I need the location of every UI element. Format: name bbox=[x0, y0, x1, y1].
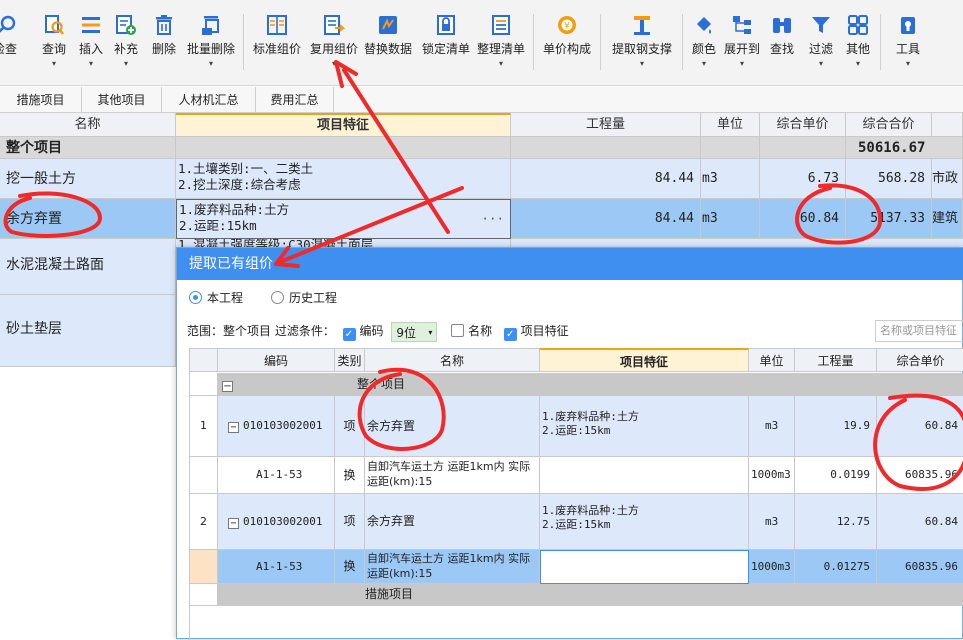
filter-icon bbox=[812, 17, 830, 33]
price-grid: 编码 类别 名称 项目特征 单位 工程量 综合单价 − 整个项目 1 −01010… bbox=[189, 348, 963, 640]
header-unit[interactable]: 单位 bbox=[701, 113, 760, 137]
tab-labor-material-summary[interactable]: 人材机汇总 bbox=[162, 87, 256, 113]
toolbar-separator bbox=[880, 14, 881, 70]
batch-delete-icon bbox=[202, 16, 219, 35]
insert-button[interactable]: 插入 ▾ bbox=[75, 14, 107, 80]
batch-delete-button[interactable]: 批量删除 ▾ bbox=[184, 14, 238, 80]
replace-data-icon bbox=[379, 16, 397, 34]
radio-current-project[interactable]: 本工程 bbox=[189, 288, 243, 308]
find-icon bbox=[773, 18, 791, 33]
header-features[interactable]: 项目特征 bbox=[176, 113, 511, 137]
check-icon bbox=[0, 15, 16, 33]
header-index bbox=[190, 348, 218, 372]
digits-select[interactable]: 9位 ▾ bbox=[391, 321, 438, 342]
collapse-icon[interactable]: − bbox=[228, 518, 239, 529]
table-row[interactable]: A1-1-53 换 自卸汽车运土方 运距1km内 实际运距(km):15 100… bbox=[190, 457, 963, 494]
unit-price-button[interactable]: ¥ 单价构成 bbox=[540, 14, 594, 80]
table-row-selected[interactable]: A1-1-53 换 自卸汽车运土方 运距1km内 实际运距(km):15 100… bbox=[190, 550, 963, 584]
collapse-icon[interactable]: − bbox=[228, 422, 239, 433]
header-features[interactable]: 项目特征 bbox=[540, 348, 749, 372]
color-button[interactable]: 颜色 ▾ bbox=[688, 14, 720, 80]
other-button[interactable]: 其他 ▾ bbox=[841, 14, 875, 80]
delete-icon bbox=[156, 15, 172, 35]
expand-to-icon bbox=[733, 16, 751, 34]
toolbar: 检查 查询▾ 插入▾ 补充▾ 删除 批量删除▾ 标准组价 复用组价▾ 替换数据 … bbox=[0, 0, 963, 86]
checkbox-unchecked-icon bbox=[451, 324, 465, 337]
color-icon bbox=[697, 17, 711, 34]
header-quantity[interactable]: 工程量 bbox=[795, 348, 877, 372]
svg-text:¥: ¥ bbox=[564, 22, 570, 32]
table-row-total[interactable]: 整个项目 50616.67 bbox=[0, 137, 963, 159]
table-row[interactable]: 2 −010103002001 项 余方弃置 1.废弃料品种:土方 2.运距:15… bbox=[190, 494, 963, 550]
tools-icon bbox=[901, 17, 915, 34]
name-checkbox[interactable]: 名称 bbox=[451, 324, 492, 338]
checkbox-checked-icon: ✓ bbox=[342, 328, 356, 341]
checkbox-checked-icon: ✓ bbox=[503, 328, 517, 341]
standard-price-button[interactable]: 标准组价 bbox=[250, 14, 304, 80]
code-checkbox[interactable]: ✓ 编码 bbox=[342, 324, 384, 341]
extract-steel-icon bbox=[634, 16, 650, 35]
feature-checkbox[interactable]: ✓ 项目特征 bbox=[503, 324, 569, 341]
check-button[interactable]: 检查 bbox=[0, 14, 22, 80]
table-row[interactable]: 1 −010103002001 项 余方弃置 1.废弃料品种:土方 2.运距:15… bbox=[190, 396, 963, 457]
header-name[interactable]: 名称 bbox=[0, 113, 176, 137]
ellipsis-button[interactable]: ··· bbox=[481, 211, 504, 227]
filter-button[interactable]: 过滤 ▾ bbox=[804, 14, 838, 80]
tab-other-items[interactable]: 其他项目 bbox=[82, 87, 162, 113]
toolbar-separator bbox=[243, 14, 244, 70]
header-type[interactable]: 类别 bbox=[335, 348, 365, 372]
features-edit-cell[interactable] bbox=[540, 550, 749, 584]
header-unit-price[interactable]: 综合单价 bbox=[877, 348, 963, 372]
tab-measures[interactable]: 措施项目 bbox=[0, 87, 82, 113]
radio-history-project[interactable]: 历史工程 bbox=[271, 288, 337, 308]
header-total-price[interactable]: 综合合价 bbox=[846, 113, 932, 137]
features-edit-cell[interactable]: 1.废弃料品种:土方 2.运距:15km ··· bbox=[176, 199, 511, 239]
other-icon bbox=[848, 15, 868, 35]
header-name[interactable]: 名称 bbox=[365, 348, 540, 372]
search-input[interactable]: 名称或项目特征 bbox=[875, 320, 963, 342]
collapse-icon[interactable]: − bbox=[222, 381, 233, 392]
standard-price-icon bbox=[267, 15, 287, 35]
toolbar-separator bbox=[600, 14, 601, 70]
extract-existing-price-dialog: 提取已有组价 本工程 历史工程 范围：整个项目 过滤条件： ✓ 编码 9位 ▾ 名称… bbox=[176, 247, 963, 640]
organize-list-button[interactable]: 整理清单 ▾ bbox=[474, 14, 528, 80]
insert-icon bbox=[82, 17, 100, 33]
header-unit-price[interactable]: 综合单价 bbox=[760, 113, 846, 137]
header-extra bbox=[932, 113, 963, 137]
radio-checked-icon bbox=[189, 291, 202, 304]
tab-fee-summary[interactable]: 费用汇总 bbox=[256, 87, 334, 113]
unit-price-icon: ¥ bbox=[558, 16, 576, 34]
radio-unchecked-icon bbox=[271, 291, 284, 304]
toolbar-separator bbox=[533, 14, 534, 70]
header-code[interactable]: 编码 bbox=[218, 348, 335, 372]
reuse-price-button[interactable]: 复用组价 ▾ bbox=[307, 14, 361, 80]
query-icon bbox=[45, 15, 64, 35]
query-button[interactable]: 查询 ▾ bbox=[38, 14, 70, 80]
expand-to-button[interactable]: 展开到 ▾ bbox=[722, 14, 762, 80]
bottom-tab-bar: 措施项目 其他项目 人材机汇总 费用汇总 bbox=[0, 87, 963, 113]
supplement-icon bbox=[116, 15, 136, 35]
header-unit[interactable]: 单位 bbox=[749, 348, 795, 372]
lock-list-icon bbox=[437, 15, 455, 35]
header-quantity[interactable]: 工程量 bbox=[511, 113, 701, 137]
table-row-selected[interactable]: 余方弃置 1.废弃料品种:土方 2.运距:15km ··· 84.44 m3 60.… bbox=[0, 199, 963, 239]
toolbar-separator bbox=[682, 14, 683, 70]
supplement-button[interactable]: 补充 ▾ bbox=[110, 14, 142, 80]
reuse-price-icon bbox=[324, 15, 345, 35]
filter-bar: 范围：整个项目 过滤条件： ✓ 编码 9位 ▾ 名称 ✓ 项目特征 bbox=[187, 320, 569, 342]
group-row[interactable]: − 整个项目 bbox=[190, 373, 963, 396]
group-row[interactable]: 措施项目 bbox=[190, 584, 963, 606]
tools-button[interactable]: 工具 ▾ bbox=[891, 14, 925, 80]
dialog-title[interactable]: 提取已有组价 bbox=[177, 248, 963, 280]
organize-list-icon bbox=[492, 15, 510, 35]
table-row[interactable]: 挖一般土方 1.土壤类别:一、二类土 2.挖土深度:综合考虑 84.44 m3 6… bbox=[0, 159, 963, 199]
replace-data-button[interactable]: 替换数据 bbox=[363, 14, 413, 80]
lock-list-button[interactable]: 锁定清单 bbox=[419, 14, 473, 80]
extract-steel-button[interactable]: 提取钢支撑 ▾ bbox=[607, 14, 677, 80]
dropdown-arrow-icon: ▾ bbox=[428, 327, 433, 337]
delete-button[interactable]: 删除 bbox=[148, 14, 180, 80]
find-button[interactable]: 查找 bbox=[765, 14, 799, 80]
